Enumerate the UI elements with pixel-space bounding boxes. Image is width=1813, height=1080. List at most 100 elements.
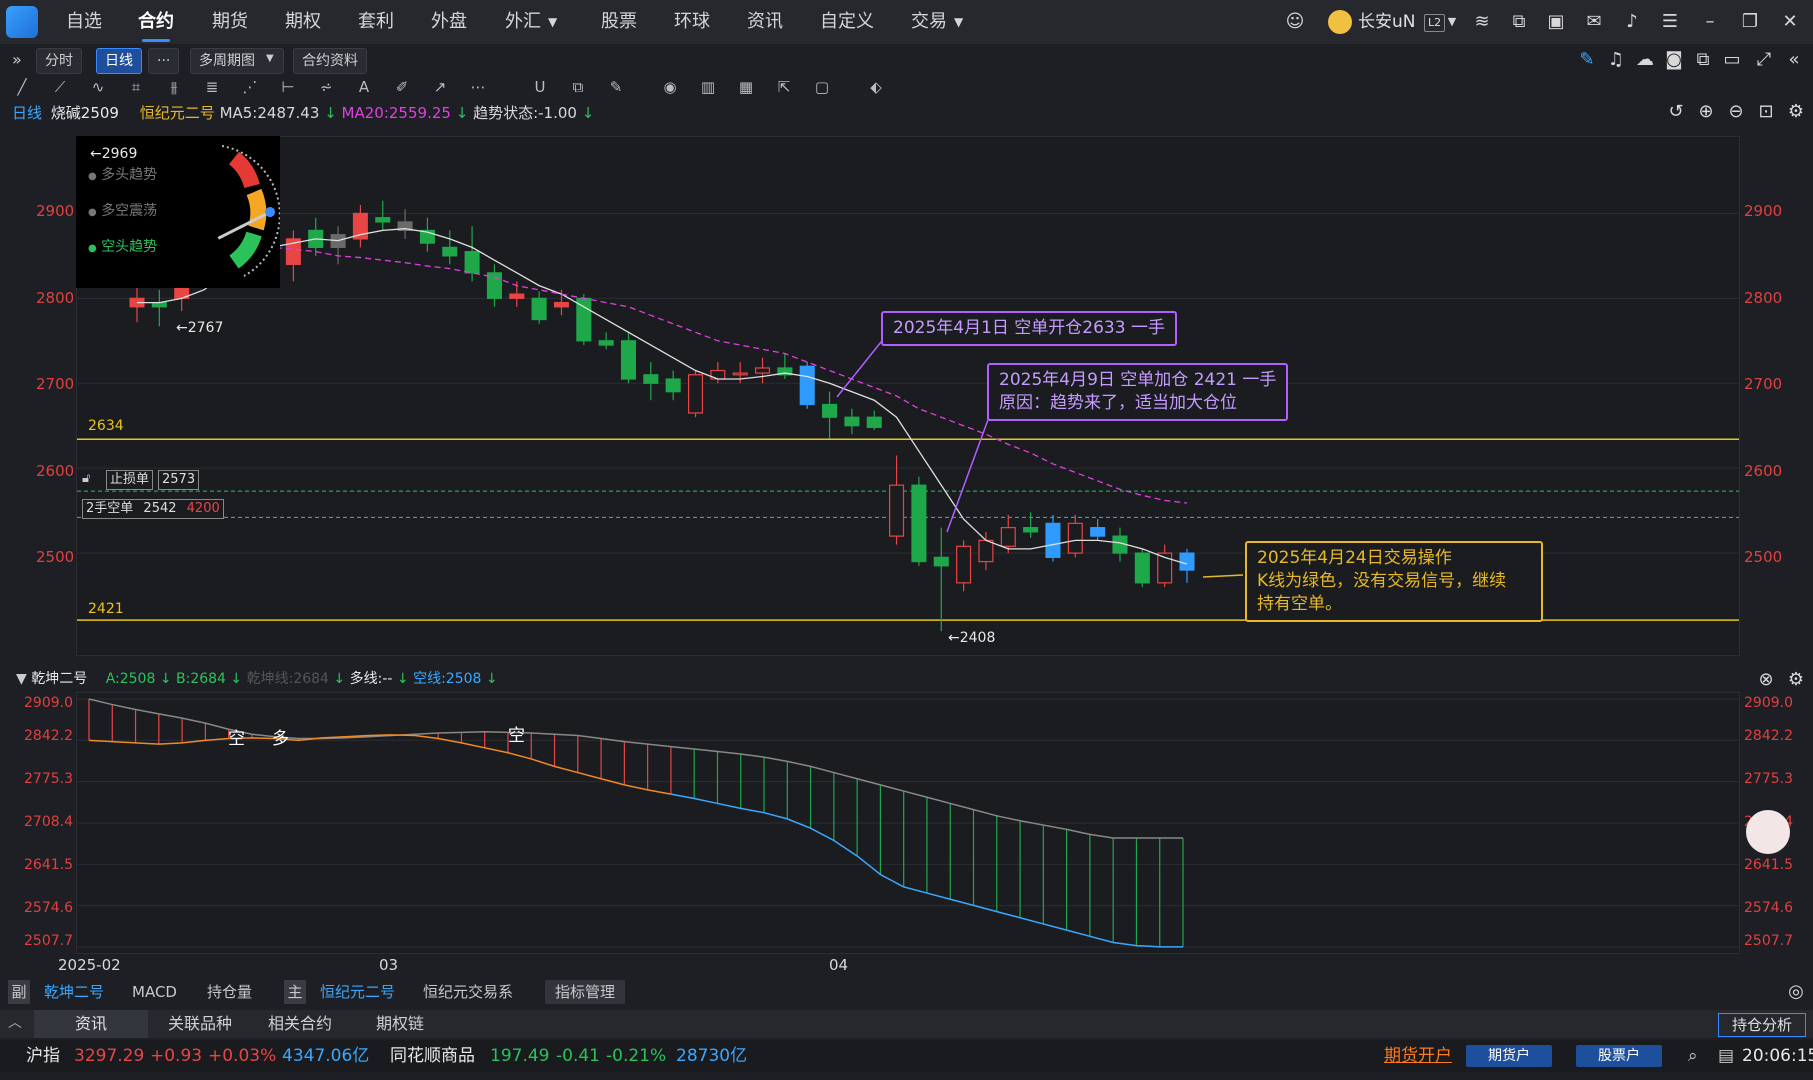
gann-tool-icon[interactable]: ⩫ <box>314 75 338 99</box>
chevron-down-icon[interactable]: ▼ <box>266 53 274 64</box>
open-futures-account-link[interactable]: 期货开户 <box>1384 1040 1452 1072</box>
zoom-out-icon[interactable]: ⊖ <box>1724 100 1748 124</box>
sub-settings-icon[interactable]: ⚙ <box>1784 668 1808 692</box>
clone-icon[interactable]: ⧉ <box>566 75 590 99</box>
contract-info-button[interactable]: 合约资料 <box>293 48 367 74</box>
assistant-avatar[interactable] <box>1746 810 1790 854</box>
nav-zixuan[interactable]: 自选 <box>66 0 102 44</box>
eraser-icon[interactable]: ✎ <box>604 75 628 99</box>
nav-heyue[interactable]: 合约 <box>138 0 174 44</box>
chevron-down-icon[interactable]: ▼ <box>548 0 557 44</box>
comment-icon[interactable]: ▢ <box>810 75 834 99</box>
bell-icon[interactable]: ♪ <box>1620 10 1644 34</box>
tab-macd[interactable]: MACD <box>132 980 177 1004</box>
user-name[interactable]: 长安uN <box>1358 10 1416 34</box>
tab-oi[interactable]: 持仓量 <box>207 980 252 1004</box>
chevron-down-icon[interactable]: ▼ <box>1440 10 1464 34</box>
text-tool-icon[interactable]: A <box>352 75 376 99</box>
restore-icon[interactable]: ❐ <box>1738 10 1762 34</box>
trash-icon[interactable]: ▥ <box>696 75 720 99</box>
fan-tool-icon[interactable]: ⋰ <box>238 75 262 99</box>
tab-news[interactable]: 资讯 <box>34 1010 148 1038</box>
search-icon[interactable]: ⌕ <box>1688 1040 1698 1072</box>
more-tools-icon[interactable]: ⋯ <box>466 75 490 99</box>
lock-icon[interactable]: 🔓︎ <box>82 471 90 486</box>
fib-tool-icon[interactable]: ≣ <box>200 75 224 99</box>
indicator-manage-button[interactable]: 指标管理 <box>545 980 626 1004</box>
period-fenshi[interactable]: 分时 <box>36 48 82 74</box>
export-icon[interactable]: ⇱ <box>772 75 796 99</box>
nav-jiaoyi[interactable]: 交易 <box>911 0 947 44</box>
position-tag[interactable]: 2手空单 2542 4200 <box>82 499 224 519</box>
window-icon[interactable]: ⧉ <box>1507 10 1531 34</box>
wave-tool-icon[interactable]: ∿ <box>86 75 110 99</box>
stock-account-button[interactable]: 股票户 <box>1576 1045 1662 1067</box>
close-icon[interactable]: ✕ <box>1778 10 1802 34</box>
annotation-add-short[interactable]: 2025年4月9日 空单加仓 2421 一手 原因：趋势来了，适当加大仓位 <box>987 363 1289 421</box>
annotation-open-short[interactable]: 2025年4月1日 空单开仓2633 一手 <box>881 311 1177 346</box>
index-name[interactable]: 沪指 <box>26 1040 60 1072</box>
minimize-icon[interactable]: – <box>1698 10 1722 34</box>
more-periods-button[interactable]: ··· <box>148 48 180 74</box>
line-tool-icon[interactable]: ╱ <box>10 75 34 99</box>
chart-icon[interactable]: ▤ <box>1718 1040 1734 1072</box>
sub-canvas[interactable] <box>77 693 1739 953</box>
tab-hengjiyuan2[interactable]: 恒纪元二号 <box>320 980 395 1004</box>
eye-icon[interactable]: ◉ <box>658 75 682 99</box>
segment-tool-icon[interactable]: ⟋ <box>48 75 72 99</box>
frame-icon[interactable]: ⊡ <box>1754 100 1778 124</box>
grid-icon[interactable]: ▦ <box>734 75 758 99</box>
nav-taoli[interactable]: 套利 <box>358 0 394 44</box>
magnet-icon[interactable]: U <box>528 75 552 99</box>
brush-tool-icon[interactable]: ✐ <box>390 75 414 99</box>
sub-indicator-chart[interactable] <box>76 692 1740 954</box>
nav-waihui[interactable]: 外汇 <box>505 0 541 44</box>
copy-icon[interactable]: ⧉ <box>1691 48 1715 72</box>
nav-huanqiu[interactable]: 环球 <box>674 0 710 44</box>
tab-qiankun[interactable]: 乾坤二号 <box>44 980 104 1004</box>
video-icon[interactable]: ▣ <box>1544 10 1568 34</box>
nav-qiquan[interactable]: 期权 <box>285 0 321 44</box>
nav-zidingyi[interactable]: 自定义 <box>820 0 874 44</box>
collapse-icon[interactable]: « <box>1782 48 1806 72</box>
pen-icon[interactable]: ✎ <box>1575 48 1599 72</box>
tab-related-varieties[interactable]: 关联品种 <box>150 1010 250 1038</box>
monitor-icon[interactable]: ▭ <box>1720 48 1744 72</box>
stop-order-value[interactable]: 2573 <box>158 470 200 490</box>
nav-qihuo[interactable]: 期货 <box>212 0 248 44</box>
nav-waipan[interactable]: 外盘 <box>431 0 467 44</box>
stop-order-tag[interactable]: 止损单 <box>106 470 154 490</box>
menu-icon[interactable]: ☰ <box>1658 10 1682 34</box>
ruler-icon[interactable]: ⬖ <box>864 75 888 99</box>
tab-hengjiyuan-sys[interactable]: 恒纪元交易系 <box>423 980 513 1004</box>
camera-icon[interactable]: ◙ <box>1662 48 1686 72</box>
layers-icon[interactable]: ≋ <box>1470 10 1494 34</box>
fullscreen-icon[interactable]: ⤢ <box>1752 48 1776 72</box>
collapse-up-icon[interactable]: ︿ <box>8 1012 22 1032</box>
nav-zixun[interactable]: 资讯 <box>747 0 783 44</box>
tab-option-chain[interactable]: 期权链 <box>350 1010 450 1038</box>
location-icon[interactable]: ◎ <box>1784 980 1808 1004</box>
close-sub-icon[interactable]: ⊗ <box>1754 668 1778 692</box>
mail-icon[interactable]: ✉ <box>1582 10 1606 34</box>
expand-icon[interactable]: » <box>12 48 22 72</box>
period-rixian[interactable]: 日线 <box>96 48 142 74</box>
commodity-index-name[interactable]: 同花顺商品 <box>390 1040 475 1072</box>
chevron-down-icon[interactable]: ▼ <box>954 0 963 44</box>
collapse-icon[interactable]: ▼ <box>16 671 27 687</box>
alarm-icon[interactable]: ♫ <box>1604 48 1628 72</box>
range-tool-icon[interactable]: ⊢ <box>276 75 300 99</box>
annotation-hold-short[interactable]: 2025年4月24日交易操作 K线为绿色，没有交易信号，继续 持有空单。 <box>1245 541 1543 622</box>
undo-icon[interactable]: ↺ <box>1664 100 1688 124</box>
tab-related-contracts[interactable]: 相关合约 <box>250 1010 350 1038</box>
settings-icon[interactable]: ⚙ <box>1784 100 1808 124</box>
cloud-icon[interactable]: ☁ <box>1633 48 1657 72</box>
robot-icon[interactable]: ☺ <box>1283 10 1307 34</box>
fork-tool-icon[interactable]: ⫵ <box>162 75 186 99</box>
futures-account-button[interactable]: 期货户 <box>1466 1045 1552 1067</box>
nav-gupiao[interactable]: 股票 <box>601 0 637 44</box>
avatar[interactable] <box>1328 10 1352 34</box>
channel-tool-icon[interactable]: ⌗ <box>124 75 148 99</box>
zoom-in-icon[interactable]: ⊕ <box>1694 100 1718 124</box>
hold-analysis-button[interactable]: 持仓分析 <box>1718 1013 1806 1037</box>
